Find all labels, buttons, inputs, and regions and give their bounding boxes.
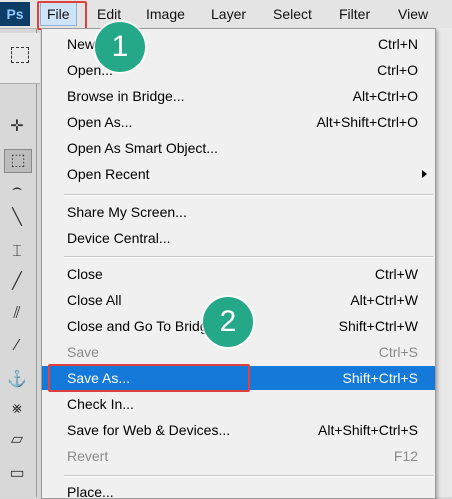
eyedropper-tool-icon[interactable]: ╱ (4, 271, 30, 293)
menu-item-open-recent[interactable]: Open Recent (42, 162, 435, 186)
menu-item-label: Open As... (67, 114, 133, 130)
menu-item-shortcut: Alt+Ctrl+O (352, 88, 418, 104)
marquee-preset-icon[interactable] (11, 47, 29, 63)
history-brush-tool-icon[interactable]: ⨳ (4, 398, 30, 420)
menu-item-shortcut: F12 (393, 448, 418, 464)
menu-item-shortcut: Shift+Ctrl+W (338, 318, 418, 334)
quick-selection-tool-icon[interactable]: ╲ (4, 207, 30, 229)
menu-item-label: Open Recent (67, 166, 150, 182)
menu-image[interactable]: Image (146, 4, 185, 24)
menu-item-shortcut: Alt+Shift+Ctrl+O (316, 114, 418, 130)
menu-item-open-as[interactable]: Open As... Alt+Shift+Ctrl+O (42, 110, 435, 134)
clone-stamp-tool-icon[interactable]: ⚓ (4, 369, 30, 391)
brush-tool-icon[interactable]: ∕ (4, 335, 30, 357)
menu-item-label: Open As Smart Object... (67, 140, 218, 156)
menu-item-label: Close (67, 266, 103, 282)
menu-view[interactable]: View (398, 4, 428, 24)
menu-item-shortcut: Alt+Shift+Ctrl+S (318, 422, 418, 438)
toolbox (0, 29, 37, 497)
menu-item-revert[interactable]: Revert F12 (42, 444, 435, 468)
menu-item-shortcut: Alt+Ctrl+W (350, 292, 418, 308)
menu-item-place[interactable]: Place... (42, 480, 435, 499)
menu-layer[interactable]: Layer (211, 4, 246, 24)
menu-item-save-as[interactable]: Save As... Shift+Ctrl+S (42, 366, 435, 390)
crop-tool-icon[interactable]: ⌶ (4, 241, 30, 263)
file-menu-dropdown: New... Ctrl+N Open... Ctrl+O Browse in Bridg… (41, 28, 436, 499)
menu-item-browse-in-bridge[interactable]: Browse in Bridge... Alt+Ctrl+O (42, 84, 435, 108)
menu-item-label: Save As... (67, 370, 131, 386)
menu-item-shortcut: Ctrl+O (377, 62, 418, 78)
menu-item-shortcut: Ctrl+N (377, 36, 418, 52)
menu-item-device-central[interactable]: Device Central... (42, 226, 435, 250)
step-1-badge: 1 (95, 22, 145, 72)
menu-file[interactable]: File (40, 2, 77, 26)
menu-item-save-for-web-devices[interactable]: Save for Web & Devices... Alt+Shift+Ctrl+… (42, 418, 435, 442)
menu-item-close[interactable]: Close Ctrl+W (42, 262, 435, 286)
menu-separator (64, 256, 433, 258)
menu-item-label: Revert (67, 448, 109, 464)
menu-item-check-in[interactable]: Check In... (42, 392, 435, 416)
menu-item-shortcut: Shift+Ctrl+S (342, 370, 418, 386)
menu-item-label: Save (67, 344, 99, 360)
menu-item-share-my-screen[interactable]: Share My Screen... (42, 200, 435, 224)
menu-item-label: Browse in Bridge... (67, 88, 185, 104)
move-tool-icon[interactable]: ✛ (4, 116, 30, 138)
submenu-arrow-icon (422, 170, 427, 178)
menu-separator (64, 475, 433, 477)
menu-bar: Ps File Edit Image Layer Select Filter V… (0, 0, 452, 29)
menu-select[interactable]: Select (273, 4, 312, 24)
menu-item-label: Save for Web & Devices... (67, 422, 231, 438)
document-edge (436, 28, 452, 497)
tool-options-strip (0, 33, 40, 84)
healing-brush-tool-icon[interactable]: ⫽ (4, 303, 30, 325)
menu-item-label: Check In... (67, 396, 134, 412)
menu-item-label: Close All (67, 292, 122, 308)
menu-item-shortcut: Ctrl+S (378, 344, 418, 360)
menu-item-label: Device Central... (67, 230, 171, 246)
photoshop-logo: Ps (0, 2, 30, 26)
menu-item-open-as-smart-object[interactable]: Open As Smart Object... (42, 136, 435, 160)
menu-filter[interactable]: Filter (339, 4, 370, 24)
menu-edit[interactable]: Edit (97, 4, 121, 24)
menu-separator (64, 194, 433, 196)
lasso-tool-icon[interactable]: ⌢ (4, 178, 30, 200)
menu-item-shortcut: Ctrl+W (374, 266, 418, 282)
menu-item-label: Share My Screen... (67, 204, 187, 220)
menu-item-label: Place... (67, 484, 114, 499)
step-2-badge: 2 (203, 297, 253, 347)
marquee-tool-icon[interactable]: ⬚ (4, 149, 32, 173)
gradient-tool-icon[interactable]: ▭ (4, 463, 30, 485)
eraser-tool-icon[interactable]: ▱ (4, 429, 30, 451)
